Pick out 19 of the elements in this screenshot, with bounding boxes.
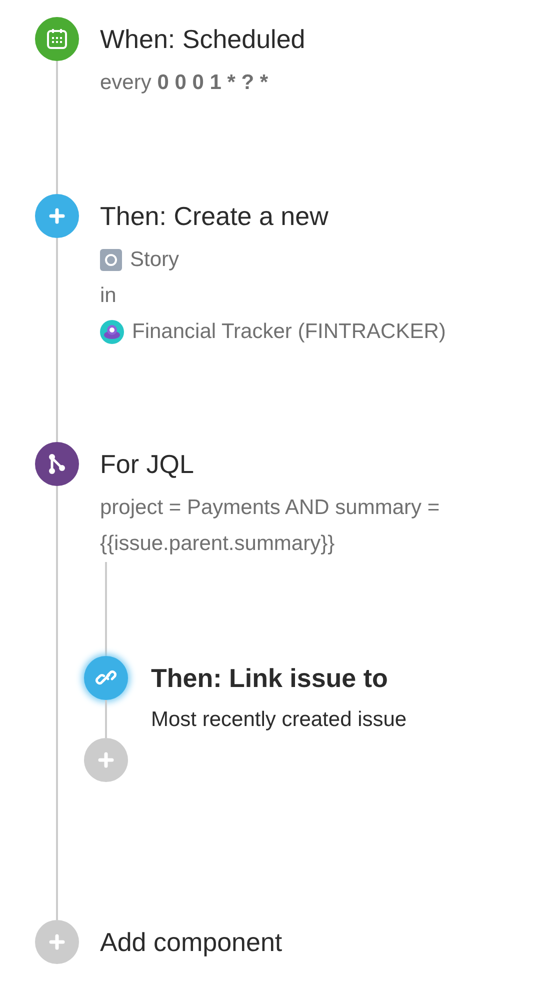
step-title: Then: Create a new <box>100 200 330 233</box>
calendar-icon[interactable] <box>35 17 79 61</box>
connector-text: in <box>100 283 118 309</box>
issue-type: Story <box>130 247 180 273</box>
jql-query: project = Payments AND summary = {{issue.parent.summary}} <box>100 495 441 557</box>
link-icon[interactable] <box>84 656 128 700</box>
step-title: Then: Link issue to <box>151 662 389 695</box>
step-title: For JQL <box>100 448 195 481</box>
schedule-text: every 0 0 0 1 * ? * <box>100 70 270 96</box>
add-icon[interactable] <box>84 738 128 782</box>
branch-icon[interactable] <box>35 442 79 486</box>
plus-icon[interactable] <box>35 194 79 238</box>
project-avatar-icon <box>100 320 124 344</box>
project-name: Financial Tracker (FINTRACKER) <box>132 319 446 345</box>
add-component-button[interactable]: Add component <box>100 920 552 964</box>
story-icon <box>100 249 122 271</box>
add-icon[interactable] <box>35 920 79 964</box>
step-title: When: Scheduled <box>100 23 306 56</box>
step-detail: Most recently created issue <box>151 707 407 733</box>
